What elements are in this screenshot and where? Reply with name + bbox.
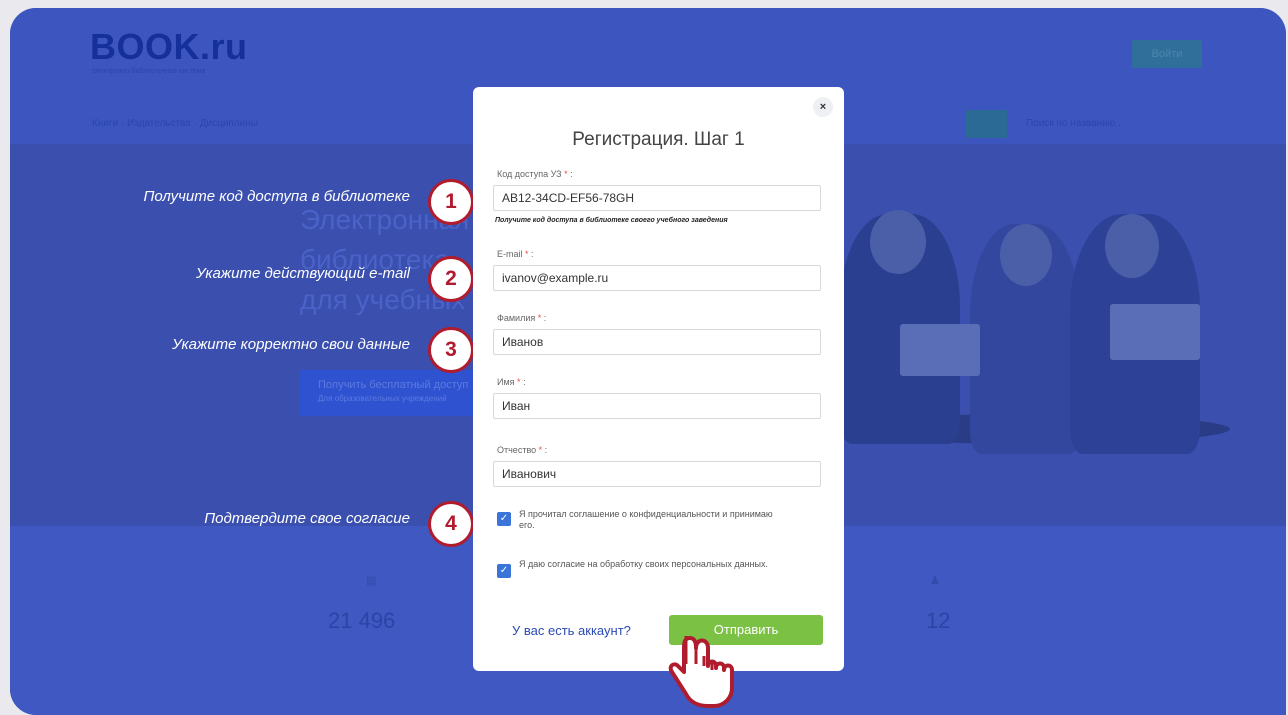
registration-modal: × Регистрация. Шаг 1 Код доступа УЗ * : …	[473, 87, 844, 671]
search-input[interactable]: Поиск по названию...	[1026, 118, 1124, 129]
student-head	[1105, 214, 1159, 278]
pointer-hand-icon	[668, 636, 734, 708]
site-nav[interactable]: Книги · Издательства · Дисциплины	[92, 118, 258, 129]
callout-text: Получите код доступа в библиотеке	[143, 188, 410, 205]
field-label-text: Код доступа УЗ	[497, 169, 562, 179]
search-button[interactable]	[965, 110, 1007, 138]
data-processing-consent-text: Я даю согласие на обработку своих персон…	[519, 559, 768, 569]
close-icon[interactable]: ×	[813, 97, 833, 117]
required-mark: *	[564, 169, 568, 179]
have-account-link[interactable]: У вас есть аккаунт?	[512, 623, 631, 638]
field-label-text: Имя	[497, 377, 515, 387]
last-name-field[interactable]: Иванов	[493, 329, 821, 355]
field-label-text: E-mail	[497, 249, 523, 259]
laptop-image	[1110, 304, 1200, 360]
callout-number: 2	[428, 256, 474, 302]
email-label: E-mail * :	[497, 249, 534, 259]
data-processing-checkbox[interactable]: ✓	[497, 564, 511, 578]
callout-number: 3	[428, 327, 474, 373]
callout-text: Укажите корректно свои данные	[172, 336, 410, 353]
first-name-label: Имя * :	[497, 377, 526, 387]
field-label-text: Отчество	[497, 445, 537, 455]
callout-number: 4	[428, 501, 474, 547]
callout-text: Подтвердите свое согласие	[204, 510, 410, 527]
users-icon: ♟	[930, 575, 940, 587]
privacy-checkbox[interactable]: ✓	[497, 512, 511, 526]
student-head	[870, 210, 926, 274]
patronymic-field[interactable]: Иванович	[493, 461, 821, 487]
login-button[interactable]: Войти	[1132, 40, 1202, 68]
required-mark: *	[538, 445, 543, 455]
modal-title: Регистрация. Шаг 1	[572, 129, 745, 150]
email-field[interactable]: ivanov@example.ru	[493, 265, 821, 291]
patronymic-label: Отчество * :	[497, 445, 548, 455]
field-label-text: Фамилия	[497, 313, 536, 323]
book-icon: ▤	[366, 575, 377, 587]
laptop-image	[900, 324, 980, 376]
required-mark: *	[525, 249, 529, 259]
access-code-label: Код доступа УЗ * :	[497, 169, 573, 179]
callout-number: 1	[428, 179, 474, 225]
access-code-input[interactable]: AB12-34CD-EF56-78GH	[493, 185, 821, 211]
stat-value: 12	[926, 608, 951, 633]
student-head	[1000, 224, 1052, 286]
hero-button-label: Получить бесплатный доступ	[318, 379, 469, 391]
site-logo[interactable]: BOOK.ru	[90, 26, 248, 68]
logo-subtitle: электронно-библиотечная система	[92, 68, 206, 75]
callout-text: Укажите действующий e-mail	[195, 265, 410, 282]
stat-value: 21 496	[328, 608, 396, 633]
access-code-hint: Получите код доступа в библиотеке своего…	[495, 217, 728, 224]
required-mark: *	[517, 377, 521, 387]
hero-access-button[interactable]: Получить бесплатный доступ Для образоват…	[300, 370, 480, 416]
privacy-consent-text: Я прочитал соглашение о конфиденциальнос…	[519, 509, 773, 530]
required-mark: *	[537, 313, 542, 323]
last-name-label: Фамилия * :	[497, 313, 547, 323]
hero-button-sublabel: Для образовательных учреждений	[318, 394, 447, 403]
first-name-field[interactable]: Иван	[493, 393, 821, 419]
